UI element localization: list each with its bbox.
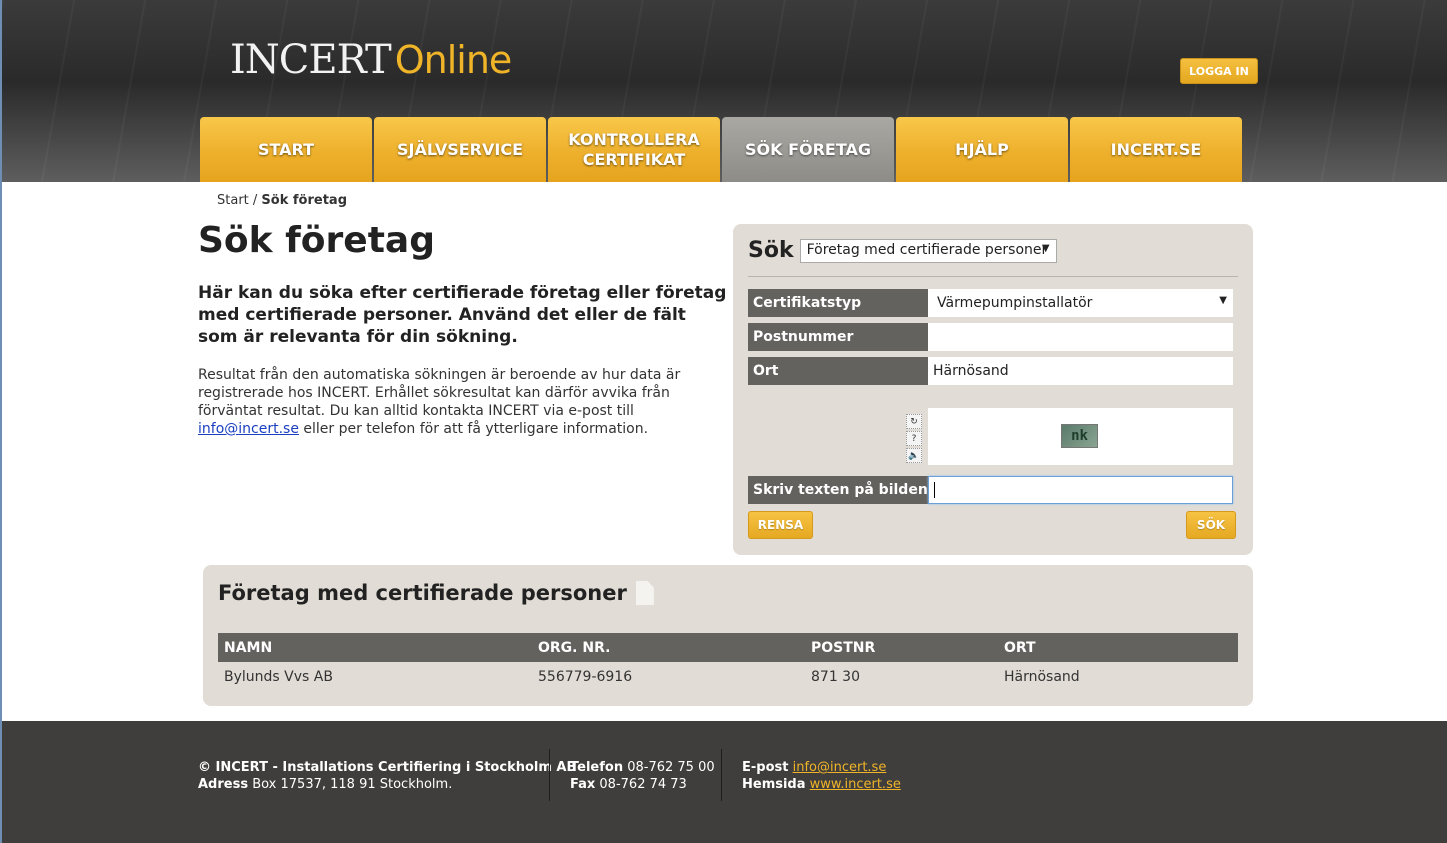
breadcrumb-separator: / <box>248 193 262 208</box>
footer-contact-col: E-post info@incert.se Hemsida www.incert… <box>742 759 901 793</box>
captcha-input-row: Skriv texten på bilden <box>748 476 1233 504</box>
results-title: Företag med certifierade personer <box>218 581 654 605</box>
footer-email-link[interactable]: info@incert.se <box>793 760 887 775</box>
captcha-tools: ↻ ? 🔈 <box>906 414 924 465</box>
main-nav: START SJÄLVSERVICE KONTROLLERA CERTIFIKA… <box>200 117 1242 182</box>
login-button[interactable]: LOGGA IN <box>1180 58 1258 84</box>
ort-input[interactable]: Härnösand <box>928 357 1233 385</box>
captcha-box: nk <box>928 408 1233 465</box>
breadcrumb-current: Sök företag <box>261 193 347 208</box>
info-text-end: eller per telefon för att få ytterligare… <box>298 421 649 437</box>
footer: © INCERT - Installations Certifiering i … <box>2 721 1447 843</box>
footer-fax: 08-762 74 73 <box>595 777 687 792</box>
ort-row: Ort Härnösand <box>748 357 1233 385</box>
nav-item-kontrollera-certifikat[interactable]: KONTROLLERA CERTIFIKAT <box>548 117 720 182</box>
captcha-image: nk <box>1061 424 1098 448</box>
footer-fax-label: Fax <box>570 777 596 792</box>
info-email-link[interactable]: info@incert.se <box>198 421 299 437</box>
results-header-row: NAMN ORG. NR. POSTNR ORT <box>218 633 1238 662</box>
cell-postnr: 871 30 <box>811 669 860 685</box>
search-mode-select[interactable]: Företag med certifierade personer ▼ <box>799 238 1057 263</box>
footer-company-col: © INCERT - Installations Certifiering i … <box>198 759 576 793</box>
results-title-text: Företag med certifierade personer <box>218 581 627 605</box>
postnr-label: Postnummer <box>748 323 928 351</box>
info-text: Resultat från den automatiska sökningen … <box>198 366 688 438</box>
search-header: Sök Företag med certifierade personer ▼ <box>748 238 1057 263</box>
lead-text: Här kan du söka efter certifierade föret… <box>198 283 727 347</box>
search-divider <box>748 276 1238 277</box>
refresh-icon[interactable]: ↻ <box>906 414 922 429</box>
column-header-postnr[interactable]: POSTNR <box>805 633 998 662</box>
document-export-icon[interactable] <box>635 581 654 605</box>
footer-address-label: Adress <box>198 777 249 792</box>
nav-item-sok-foretag[interactable]: SÖK FÖRETAG <box>722 117 894 182</box>
footer-company: © INCERT - Installations Certifiering i … <box>198 760 577 775</box>
incert-online-logo[interactable]: INCERT Online <box>230 37 513 83</box>
footer-address: Box 17537, 118 91 Stockholm. <box>248 777 453 792</box>
info-text-start: Resultat från den automatiska sökningen … <box>198 367 681 419</box>
nav-item-sjalvservice[interactable]: SJÄLVSERVICE <box>374 117 546 182</box>
column-header-ort[interactable]: ORT <box>998 633 1238 662</box>
help-icon[interactable]: ? <box>906 431 922 446</box>
nav-item-hjalp[interactable]: HJÄLP <box>896 117 1068 182</box>
nav-item-incert-se[interactable]: INCERT.SE <box>1070 117 1242 182</box>
window-edge <box>0 0 2 843</box>
captcha-label: Skriv texten på bilden <box>748 476 928 504</box>
search-panel: Sök Företag med certifierade personer ▼ … <box>733 224 1253 555</box>
results-table: NAMN ORG. NR. POSTNR ORT Bylunds Vvs AB … <box>218 633 1238 692</box>
search-label: Sök <box>748 238 794 263</box>
search-button[interactable]: SÖK <box>1186 511 1236 539</box>
column-header-org-nr[interactable]: ORG. NR. <box>532 633 805 662</box>
dropdown-arrow-icon: ▼ <box>1219 295 1227 306</box>
cell-org-nr: 556779-6916 <box>538 669 633 685</box>
dropdown-arrow-icon: ▼ <box>1041 242 1050 254</box>
cert-type-row: Certifikatstyp Värmepumpinstallatör ▼ <box>748 289 1233 317</box>
search-mode-value: Företag med certifierade personer <box>806 241 1048 258</box>
footer-web-link[interactable]: www.incert.se <box>810 777 901 792</box>
header: INCERT Online LOGGA IN START SJÄLVSERVICE… <box>2 0 1447 182</box>
postnr-input[interactable] <box>928 323 1233 351</box>
footer-phone-col: Telefon 08-762 75 00 Fax 08-762 74 73 <box>570 759 715 793</box>
nav-item-start[interactable]: START <box>200 117 372 182</box>
cert-type-label: Certifikatstyp <box>748 289 928 317</box>
logo-online: Online <box>394 38 513 82</box>
footer-divider <box>721 749 722 801</box>
clear-button[interactable]: RENSA <box>748 511 813 539</box>
cell-namn[interactable]: Bylunds Vvs AB <box>218 662 532 692</box>
breadcrumb: Start / Sök företag <box>217 193 347 208</box>
cert-type-value: Värmepumpinstallatör <box>937 295 1093 311</box>
footer-phone-label: Telefon <box>570 760 624 775</box>
table-row[interactable]: Bylunds Vvs AB 556779-6916 871 30 Härnös… <box>218 662 1238 692</box>
audio-icon[interactable]: 🔈 <box>906 448 922 463</box>
footer-phone: 08-762 75 00 <box>623 760 715 775</box>
text-caret <box>934 482 935 498</box>
cell-ort: Härnösand <box>1004 669 1080 685</box>
logo-main: INCERT <box>230 37 392 83</box>
postnr-row: Postnummer <box>748 323 1233 351</box>
page-title: Sök företag <box>198 220 435 261</box>
footer-email-label: E-post <box>742 760 789 775</box>
footer-divider <box>549 749 550 801</box>
column-header-namn[interactable]: NAMN <box>218 633 532 662</box>
ort-label: Ort <box>748 357 928 385</box>
breadcrumb-home[interactable]: Start <box>217 193 249 208</box>
captcha-input[interactable] <box>928 476 1233 504</box>
footer-web-label: Hemsida <box>742 777 806 792</box>
results-panel: Företag med certifierade personer NAMN O… <box>203 565 1253 706</box>
cert-type-select[interactable]: Värmepumpinstallatör ▼ <box>928 289 1233 317</box>
